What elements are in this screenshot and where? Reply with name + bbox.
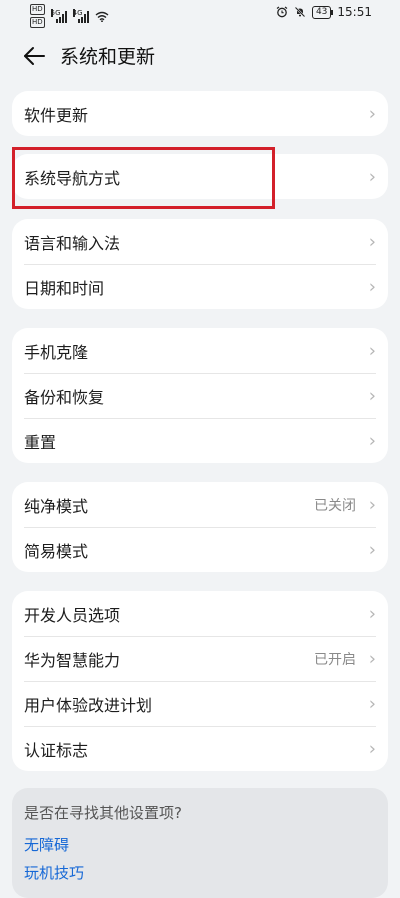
alarm-icon (276, 6, 288, 18)
settings-group-3: 语言和输入法 › 日期和时间 › (12, 219, 388, 309)
item-label: 日期和时间 (24, 278, 105, 298)
settings-group-6: 开发人员选项 › 华为智慧能力 已开启 › 用户体验改进计划 › 认证标志 › (12, 591, 388, 771)
chevron-right-icon: › (368, 693, 376, 714)
signal-icon-2: 4G (72, 9, 89, 23)
item-label: 备份和恢复 (24, 387, 105, 407)
status-time: 15:51 (337, 5, 372, 19)
simple-mode-item[interactable]: 简易模式 › (12, 527, 388, 572)
user-experience-program-item[interactable]: 用户体验改进计划 › (12, 681, 388, 726)
date-time-item[interactable]: 日期和时间 › (12, 264, 388, 309)
item-label: 简易模式 (24, 541, 89, 561)
backup-restore-item[interactable]: 备份和恢复 › (12, 373, 388, 418)
item-label: 纯净模式 (24, 496, 89, 516)
sim2-network-label: 4G (72, 9, 83, 17)
sim-tags: HD HD (30, 4, 45, 28)
status-bar-right: 43 15:51 (276, 5, 372, 19)
sim1-hd-tag: HD (30, 4, 45, 15)
chevron-right-icon: › (368, 103, 376, 124)
item-label: 重置 (24, 432, 57, 452)
sim2-hd-tag: HD (30, 17, 45, 28)
status-value: 已开启 (314, 651, 356, 668)
item-label: 华为智慧能力 (24, 650, 121, 670)
status-bar: HD HD 5G 4G 43 15:51 (0, 0, 400, 28)
page-title: 系统和更新 (60, 46, 156, 68)
battery-icon: 43 (311, 5, 334, 19)
chevron-right-icon: › (368, 603, 376, 624)
suggestions-card: 是否在寻找其他设置项? 无障碍 玩机技巧 (12, 788, 388, 898)
phone-clone-item[interactable]: 手机克隆 › (12, 328, 388, 373)
highlight-box (12, 147, 275, 209)
chevron-right-icon: › (368, 385, 376, 406)
accessibility-link[interactable]: 无障碍 (24, 834, 69, 855)
chevron-right-icon: › (368, 340, 376, 361)
pure-mode-item[interactable]: 纯净模式 已关闭 › (12, 482, 388, 527)
settings-group-5: 纯净模式 已关闭 › 简易模式 › (12, 482, 388, 572)
software-update-item[interactable]: 软件更新 › (12, 91, 388, 136)
status-bar-left: HD HD 5G 4G (30, 4, 109, 28)
status-value: 已关闭 (314, 497, 356, 514)
settings-group-1: 软件更新 › (12, 91, 388, 136)
wifi-icon (95, 11, 109, 22)
chevron-right-icon: › (368, 166, 376, 187)
chevron-right-icon: › (368, 276, 376, 297)
chevron-right-icon: › (368, 430, 376, 451)
suggestions-question: 是否在寻找其他设置项? (24, 804, 182, 822)
item-label: 认证标志 (24, 740, 89, 760)
page-header: 系统和更新 (0, 28, 400, 84)
item-label: 语言和输入法 (24, 233, 121, 253)
chevron-right-icon: › (368, 231, 376, 252)
item-label: 用户体验改进计划 (24, 695, 153, 715)
settings-group-4: 手机克隆 › 备份和恢复 › 重置 › (12, 328, 388, 463)
item-label: 开发人员选项 (24, 605, 121, 625)
certification-logos-item[interactable]: 认证标志 › (12, 726, 388, 771)
language-input-item[interactable]: 语言和输入法 › (12, 219, 388, 264)
back-arrow-icon[interactable] (22, 44, 48, 68)
tips-link[interactable]: 玩机技巧 (24, 862, 84, 883)
item-label: 软件更新 (24, 105, 89, 125)
reset-item[interactable]: 重置 › (12, 418, 388, 463)
chevron-right-icon: › (368, 539, 376, 560)
chevron-right-icon: › (368, 738, 376, 759)
signal-icon: 5G (50, 9, 67, 23)
chevron-right-icon: › (368, 648, 376, 669)
sim1-network-label: 5G (50, 9, 61, 17)
chevron-right-icon: › (368, 494, 376, 515)
developer-options-item[interactable]: 开发人员选项 › (12, 591, 388, 636)
mute-icon (294, 6, 306, 18)
item-label: 手机克隆 (24, 342, 89, 362)
huawei-smart-ability-item[interactable]: 华为智慧能力 已开启 › (12, 636, 388, 681)
